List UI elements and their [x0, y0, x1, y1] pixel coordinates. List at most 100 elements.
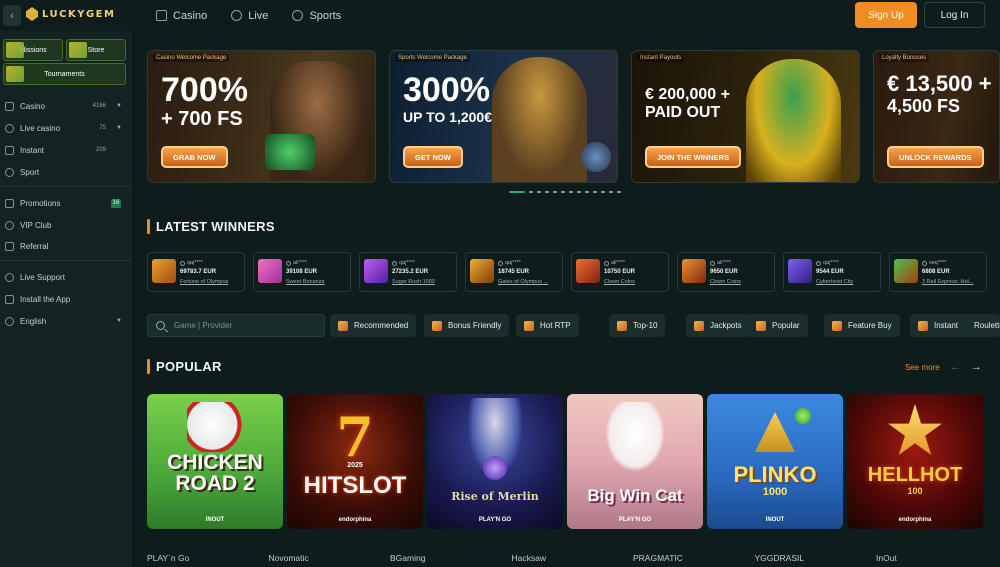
winner-card[interactable]: qaj**** 9544 EUR Cyberheist City — [783, 252, 881, 292]
game-card-hellhot[interactable]: HELLHOT 100 endorphina — [847, 394, 983, 529]
banner-instant-payouts[interactable]: Instant Payouts € 200,000 + PAID OUT JOI… — [631, 50, 860, 183]
filter-chip-top-10[interactable]: Top-10 — [609, 314, 666, 337]
carousel-dot[interactable] — [561, 191, 565, 193]
filter-icon — [832, 320, 842, 331]
game-search[interactable] — [147, 314, 325, 337]
winner-user: qaj**** — [498, 260, 521, 266]
filter-chip-bonus-friendly[interactable]: Bonus Friendly — [424, 314, 510, 337]
winner-amount: 9544 EUR — [816, 269, 844, 275]
winner-card[interactable]: qaj**** 69783.7 EUR Fortune of Olympus — [147, 252, 245, 292]
sidebar-item-casino[interactable]: Casino 4166 ▼ — [5, 97, 125, 115]
winner-game-link[interactable]: Fortune of Olympus — [180, 279, 242, 285]
logo-text: LUCKYGEM — [42, 8, 116, 20]
arrow-left-icon[interactable]: ← — [950, 361, 961, 373]
winner-card[interactable]: qaj**** 18745 EUR Gates of Olympus ... — [465, 252, 563, 292]
language-selector[interactable]: English ▼ — [5, 312, 125, 330]
nav-live[interactable]: Live — [231, 10, 268, 22]
game-title: Big Win Cat — [587, 486, 683, 505]
nav-casino[interactable]: Casino — [156, 10, 207, 22]
chevron-down-icon: ▼ — [116, 318, 122, 324]
game-thumbnail — [258, 259, 282, 283]
carousel-dot[interactable] — [545, 191, 549, 193]
game-card-plinko[interactable]: PLINKO 1000 INOUT — [707, 394, 843, 529]
banner-loyalty-bonuses[interactable]: Loyalty Bonuses € 13,500 + 4,500 FS UNLO… — [873, 50, 1000, 183]
winner-card[interactable]: seq**** 6808 EUR 3 Rail Express: Hol... — [889, 252, 987, 292]
promotions-badge: 16 — [111, 198, 121, 208]
banner-casino-welcome[interactable]: Casino Welcome Package 700% + 700 FS GRA… — [147, 50, 376, 183]
log-in-button[interactable]: Log In — [924, 2, 985, 28]
winner-game-link[interactable]: Gates of Olympus ... — [498, 279, 560, 285]
arrow-right-icon[interactable]: → — [971, 361, 982, 373]
winner-card[interactable]: ali**** 39108 EUR Sweet Bonanza — [253, 252, 351, 292]
seven-icon: 7 — [336, 405, 374, 469]
unlock-rewards-button[interactable]: UNLOCK REWARDS — [887, 146, 984, 168]
sidebar-item-instant[interactable]: Instant 209 — [5, 141, 125, 159]
carousel-dot[interactable] — [537, 191, 541, 193]
provider-link[interactable]: PRAGMATIC — [633, 553, 683, 563]
sidebar-item-label: Casino — [20, 101, 45, 111]
provider-link[interactable]: InOut — [876, 553, 897, 563]
carousel-dot[interactable] — [593, 191, 597, 193]
sign-up-button[interactable]: Sign Up — [855, 2, 917, 28]
store-tile[interactable]: Store — [66, 39, 126, 61]
winner-game-link[interactable]: Sweet Bonanza — [286, 279, 348, 285]
sidebar-item-install-app[interactable]: Install the App — [5, 290, 125, 308]
sidebar-item-sport[interactable]: Sport — [5, 163, 125, 181]
sidebar-item-live-support[interactable]: Live Support — [5, 268, 125, 286]
winner-game-link[interactable]: Sugar Rush 1000 — [392, 279, 454, 285]
filter-icon — [524, 320, 534, 331]
winner-game-link[interactable]: Cyberheist City — [816, 279, 878, 285]
collapse-sidebar-button[interactable]: ‹ — [3, 5, 21, 26]
get-now-button[interactable]: GET NOW — [403, 146, 463, 168]
sidebar-item-referral[interactable]: Referral — [5, 237, 125, 255]
winner-card[interactable]: ali**** 9650 EUR Clown Coins — [677, 252, 775, 292]
see-more-link[interactable]: See more — [905, 363, 940, 372]
logo[interactable]: LUCKYGEM — [26, 7, 115, 21]
grab-now-button[interactable]: GRAB NOW — [161, 146, 228, 168]
carousel-dot[interactable] — [577, 191, 581, 193]
sidebar-item-promotions[interactable]: Promotions 16 — [5, 194, 125, 212]
filter-chip-feature-buy[interactable]: Feature Buy — [824, 314, 900, 337]
game-card-hitslot[interactable]: 7 2025 HITSLOT endorphina — [287, 394, 423, 529]
winner-user: ali**** — [286, 260, 307, 266]
filter-chip-popular[interactable]: Popular — [748, 314, 808, 337]
sidebar-item-vip-club[interactable]: VIP Club — [5, 216, 125, 234]
filter-chip-recommended[interactable]: Recommended — [330, 314, 417, 337]
nav-sports[interactable]: Sports — [292, 10, 341, 22]
missions-tile[interactable]: Missions — [3, 39, 63, 61]
provider-link[interactable]: Hacksaw — [512, 553, 546, 563]
banner-sports-welcome[interactable]: Sports Welcome Package 300% UP TO 1,200€… — [389, 50, 618, 183]
carousel-dot[interactable] — [569, 191, 573, 193]
winner-game-link[interactable]: Clown Coins — [604, 279, 666, 285]
filter-chip-roulette[interactable]: Roulette — [960, 314, 1000, 337]
provider-link[interactable]: YGGDRASIL — [755, 553, 805, 563]
search-input[interactable] — [174, 321, 314, 330]
carousel-dot[interactable] — [529, 191, 533, 193]
join-the-winners-button[interactable]: JOIN THE WINNERS — [645, 146, 742, 168]
winner-game-link[interactable]: Clown Coins — [710, 279, 772, 285]
game-card-chicken-road[interactable]: CHICKEN ROAD 2 INOUT — [147, 394, 283, 529]
provider-link[interactable]: Novomatic — [269, 553, 309, 563]
carousel-dot[interactable] — [609, 191, 613, 193]
banner-tag: Instant Payouts — [637, 54, 685, 62]
winner-game-link[interactable]: 3 Rail Express: Hol... — [922, 279, 984, 285]
sidebar-item-live-casino[interactable]: Live casino 75 ▼ — [5, 119, 125, 137]
filter-chip-jackpots[interactable]: Jackpots — [686, 314, 750, 337]
game-card-rise-of-merlin[interactable]: Rise of Merlin PLAY'N GO — [427, 394, 563, 529]
tournaments-tile[interactable]: Tournaments — [3, 63, 126, 85]
carousel-dot[interactable] — [553, 191, 557, 193]
carousel-dot[interactable] — [585, 191, 589, 193]
winner-card[interactable]: ali**** 10750 EUR Clown Coins — [571, 252, 669, 292]
carousel-dot[interactable] — [617, 191, 621, 193]
filter-chip-hot-rtp[interactable]: Hot RTP — [516, 314, 579, 337]
game-thumbnail — [576, 259, 600, 283]
filter-icon — [694, 320, 704, 331]
provider-link[interactable]: BGaming — [390, 553, 425, 563]
winner-card[interactable]: qaj**** 27235.2 EUR Sugar Rush 1000 — [359, 252, 457, 292]
carousel-dot[interactable] — [509, 191, 525, 193]
game-card-big-win-cat[interactable]: Big Win Cat PLAY'N GO — [567, 394, 703, 529]
winner-amount: 6808 EUR — [922, 269, 950, 275]
carousel-dot[interactable] — [601, 191, 605, 193]
filter-chip-instant[interactable]: Instant — [910, 314, 967, 337]
provider-link[interactable]: PLAY`n Go — [147, 553, 189, 563]
